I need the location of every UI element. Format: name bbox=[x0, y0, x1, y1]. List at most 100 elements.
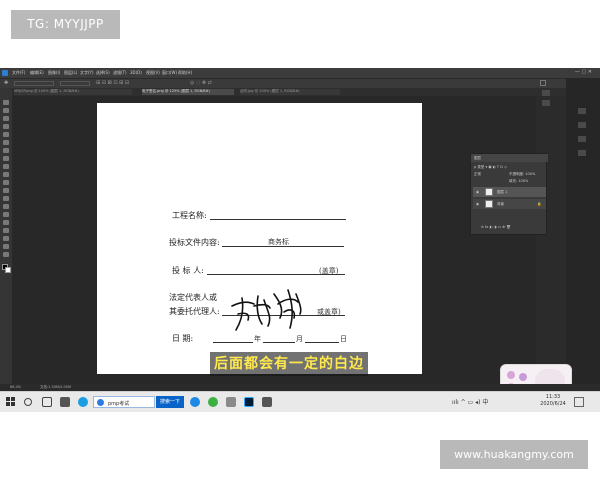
menu-image[interactable]: 图像(I) bbox=[48, 70, 60, 76]
shape-tool-icon[interactable] bbox=[3, 236, 9, 241]
telegram-watermark: TG: MYYJJPP bbox=[11, 10, 120, 39]
app-icon-folder[interactable] bbox=[226, 397, 236, 407]
system-tray-icons[interactable]: ıılı ^ ▭ ◂) 中 bbox=[452, 397, 488, 406]
menu-window[interactable]: 窗口(W) bbox=[162, 70, 177, 76]
eye-icon[interactable]: ◉ bbox=[476, 190, 479, 194]
align-icons[interactable]: ⊞ ⊟ ⊠ ⊡ ⊞ ⊟ bbox=[96, 80, 129, 86]
layer-row[interactable]: ◉ 图层 1 bbox=[473, 187, 546, 197]
properties-panel-icon[interactable] bbox=[542, 100, 550, 106]
healing-tool-icon[interactable] bbox=[3, 148, 9, 153]
3d-mode-icons[interactable]: ◎ ◌ ✥ ⇄ bbox=[190, 80, 212, 86]
windows-start-icon[interactable] bbox=[6, 397, 16, 407]
transform-controls-option[interactable] bbox=[60, 81, 90, 86]
taskbar-search-input[interactable]: pmp考试 bbox=[93, 396, 155, 408]
field-label-bid-content: 投标文件内容: bbox=[169, 238, 220, 247]
website-watermark: www.huakangmy.com bbox=[440, 440, 588, 469]
tab-doc-3[interactable]: 合同.jpg @ 100% (图层 1, RGB/8#) bbox=[240, 89, 340, 95]
field-label-project-name: 工程名称: bbox=[172, 211, 207, 220]
swatches-panel-icon[interactable] bbox=[578, 122, 586, 128]
history-brush-tool-icon[interactable] bbox=[3, 172, 9, 177]
fill-field[interactable]: 填充: 100% bbox=[509, 179, 528, 184]
blur-tool-icon[interactable] bbox=[3, 196, 9, 201]
field-year-label: 年 bbox=[254, 335, 261, 343]
sticker-heart-icon bbox=[519, 373, 527, 381]
crop-tool-icon[interactable] bbox=[3, 132, 9, 137]
menu-help[interactable]: 帮助(H) bbox=[178, 70, 192, 76]
layers-panel-title[interactable]: 图层 bbox=[474, 156, 481, 161]
menu-select[interactable]: 选择(S) bbox=[96, 70, 110, 76]
stamp-tool-icon[interactable] bbox=[3, 164, 9, 169]
search-icon[interactable] bbox=[24, 398, 32, 406]
eyedropper-tool-icon[interactable] bbox=[3, 140, 9, 145]
handwritten-signature-image[interactable] bbox=[228, 284, 308, 336]
field-line-year bbox=[213, 342, 253, 343]
document-canvas[interactable]: 工程名称: 投标文件内容: 商务标 投 标 人: (盖章) 法定代表人或 其委托… bbox=[97, 103, 422, 374]
zoom-tool-icon[interactable] bbox=[3, 252, 9, 257]
blend-mode-select[interactable]: 正常 bbox=[474, 172, 481, 177]
ps-app-icon bbox=[2, 70, 8, 76]
layers-panel-header: 图层 bbox=[471, 154, 548, 162]
auto-select-option[interactable] bbox=[14, 81, 54, 86]
marquee-tool-icon[interactable] bbox=[3, 108, 9, 113]
pen-tool-icon[interactable] bbox=[3, 212, 9, 217]
gradient-tool-icon[interactable] bbox=[3, 188, 9, 193]
tab-doc-1[interactable]: MYJJSP.png @ 100% (图层 1, RGB/8#) bbox=[14, 89, 132, 95]
field-line-day bbox=[305, 342, 339, 343]
brush-tool-icon[interactable] bbox=[3, 156, 9, 161]
task-view-icon[interactable] bbox=[42, 397, 52, 407]
move-tool-icon[interactable] bbox=[3, 100, 9, 105]
eye-icon[interactable]: ◉ bbox=[476, 202, 479, 206]
taskbar-clock[interactable]: 11:33 2020/6/24 bbox=[538, 394, 568, 408]
quick-select-tool-icon[interactable] bbox=[3, 124, 9, 129]
field-line-project-name bbox=[210, 219, 346, 220]
move-tool-icon[interactable]: ✥ bbox=[4, 80, 8, 86]
dodge-tool-icon[interactable] bbox=[3, 204, 9, 209]
layer-actions-icons[interactable]: ⊘ fx ◐ ◑ ▭ ⊕ 🗑 bbox=[481, 225, 511, 229]
tab-doc-2[interactable]: 电子签名.png @ 125% (图层 1, RGB/8#) bbox=[142, 89, 234, 95]
menu-layer[interactable]: 图层(L) bbox=[64, 70, 77, 76]
ps-mini-panel-strip bbox=[536, 88, 566, 138]
search-icon[interactable] bbox=[540, 80, 546, 86]
taskbar-search-button[interactable]: 搜索一下 bbox=[156, 396, 184, 408]
history-panel-icon[interactable] bbox=[542, 90, 550, 96]
app-icon-video[interactable] bbox=[262, 397, 272, 407]
menu-view[interactable]: 视图(V) bbox=[146, 70, 160, 76]
color-panel-icon[interactable] bbox=[578, 108, 586, 114]
layer-row[interactable]: ◉ 背景 🔒 bbox=[473, 199, 546, 209]
type-tool-icon[interactable] bbox=[3, 220, 9, 225]
browser-icon[interactable] bbox=[78, 397, 88, 407]
photoshop-taskbar-icon[interactable] bbox=[244, 397, 254, 407]
menu-edit[interactable]: 编辑(E) bbox=[30, 70, 44, 76]
app-icon-browser[interactable] bbox=[190, 397, 200, 407]
desktop-screenshot: 文件(F) 编辑(E) 图像(I) 图层(L) 文字(Y) 选择(S) 滤镜(T… bbox=[0, 68, 600, 412]
layer-name[interactable]: 背景 bbox=[497, 202, 504, 207]
menu-3d[interactable]: 3D(D) bbox=[130, 70, 142, 75]
field-stamp-agent: 或盖章) bbox=[317, 308, 341, 316]
menu-filter[interactable]: 滤镜(T) bbox=[113, 70, 127, 76]
app-icon-green[interactable] bbox=[208, 397, 218, 407]
opacity-field[interactable]: 不透明度: 100% bbox=[509, 172, 535, 177]
menu-type[interactable]: 文字(Y) bbox=[80, 70, 94, 76]
field-label-agent: 其委托代理人: bbox=[169, 307, 220, 316]
window-controls-icon[interactable]: — ▢ ✕ bbox=[575, 69, 592, 75]
libraries-panel-icon[interactable] bbox=[578, 150, 586, 156]
ps-menu-bar: 文件(F) 编辑(E) 图像(I) 图层(L) 文字(Y) 选择(S) 滤镜(T… bbox=[0, 68, 600, 78]
lasso-tool-icon[interactable] bbox=[3, 116, 9, 121]
hand-tool-icon[interactable] bbox=[3, 244, 9, 249]
layer-kind-filter[interactable]: ρ 类型 ▾ ▣ ◐ T ⊡ ◇ bbox=[474, 165, 507, 170]
path-select-tool-icon[interactable] bbox=[3, 228, 9, 233]
ps-options-bar: ✥ ⊞ ⊟ ⊠ ⊡ ⊞ ⊟ ◎ ◌ ✥ ⇄ bbox=[0, 78, 600, 88]
notification-icon[interactable] bbox=[574, 397, 584, 407]
clock-date: 2020/6/24 bbox=[540, 401, 566, 407]
adjustments-panel-icon[interactable] bbox=[578, 136, 586, 142]
field-label-bidder: 投 标 人: bbox=[172, 266, 204, 275]
menu-file[interactable]: 文件(F) bbox=[12, 70, 25, 76]
layer-name[interactable]: 图层 1 bbox=[497, 190, 507, 195]
ps-document-tabs: MYJJSP.png @ 100% (图层 1, RGB/8#) 电子签名.pn… bbox=[14, 88, 600, 96]
field-day-label: 日 bbox=[340, 335, 347, 343]
file-explorer-icon[interactable] bbox=[60, 397, 70, 407]
document-size-info: 文档:1.50M/4.00M bbox=[40, 385, 71, 389]
zoom-level[interactable]: 66.4% bbox=[10, 385, 21, 389]
eraser-tool-icon[interactable] bbox=[3, 180, 9, 185]
background-color-swatch[interactable] bbox=[5, 267, 11, 273]
